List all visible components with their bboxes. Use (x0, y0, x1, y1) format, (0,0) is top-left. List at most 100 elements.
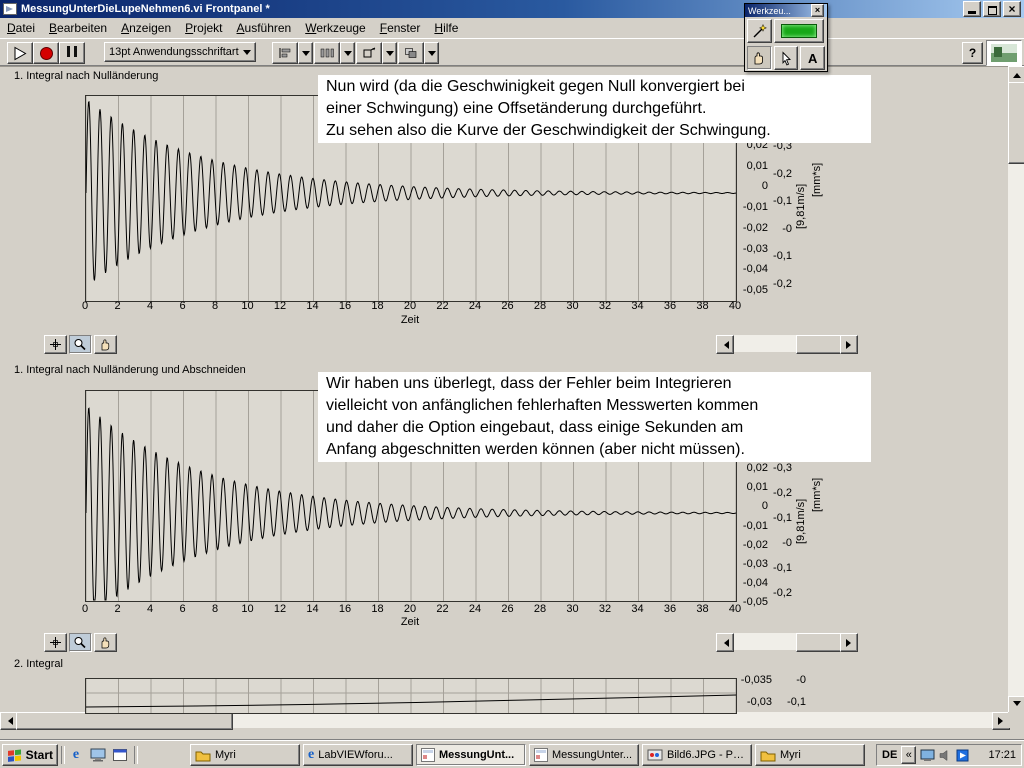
graph-zoom-button[interactable] (69, 633, 92, 652)
menu-item-ausf-hren[interactable]: Ausführen (230, 19, 299, 37)
window-titlebar[interactable]: MessungUnterDieLupeNehmen6.vi Frontpanel… (0, 0, 1024, 18)
reorder-objects-dropdown[interactable] (398, 42, 439, 64)
distribute-objects-arrow[interactable] (340, 42, 355, 64)
menu-item-projekt[interactable]: Projekt (178, 19, 229, 37)
chart-scroll-left-button[interactable] (716, 633, 734, 652)
pause-button[interactable] (59, 42, 85, 64)
tray-messenger-icon[interactable] (956, 749, 969, 762)
resize-objects-icon (356, 42, 382, 64)
chart-scrollbar-1[interactable] (716, 335, 858, 354)
x-tick-label: 2 (114, 603, 121, 615)
chart-scroll-right-button[interactable] (840, 633, 858, 652)
x-axis-label: Zeit (400, 314, 420, 326)
tools-palette-titlebar[interactable]: Werkzeu... × (745, 4, 827, 17)
align-objects-dropdown[interactable] (272, 42, 313, 64)
help-icon: ? (968, 46, 977, 60)
menu-item-datei[interactable]: Datei (0, 19, 42, 37)
abort-button[interactable] (33, 42, 59, 64)
taskbar-task-myri[interactable]: Myri (190, 744, 300, 766)
tools-palette-window[interactable]: Werkzeu... × A (744, 3, 828, 72)
distribute-objects-dropdown[interactable] (314, 42, 355, 64)
chart-scroll-right-button[interactable] (840, 335, 858, 354)
maximize-button[interactable] (983, 1, 1001, 17)
language-indicator[interactable]: DE (882, 749, 897, 761)
quick-launch-browser[interactable]: e (66, 746, 86, 764)
quick-launch-desktop[interactable] (88, 746, 108, 764)
vi-icon-thumbnail[interactable] (986, 40, 1022, 66)
folder-icon (760, 749, 776, 762)
horizontal-scrollbar-thumb[interactable] (16, 712, 233, 730)
horizontal-scrollbar[interactable] (0, 712, 1010, 730)
graph-pan-button[interactable] (94, 335, 117, 354)
auto-tool-select-button[interactable] (747, 19, 772, 43)
edit-text-tool-button[interactable]: A (800, 46, 826, 70)
x-tick-label: 6 (179, 603, 186, 615)
y-tick-label: -0,05 (742, 283, 768, 296)
close-button[interactable]: × (1003, 1, 1021, 17)
x-tick-label: 26 (501, 603, 514, 615)
taskbar-task-messungunt[interactable]: MessungUnt... (416, 744, 526, 766)
run-button[interactable] (7, 42, 33, 64)
graph-zoom-button[interactable] (69, 335, 92, 354)
vertical-scrollbar-thumb[interactable] (1008, 82, 1024, 164)
taskbar-task-messungunter[interactable]: MessungUnter... (529, 744, 639, 766)
arrow-up-icon (1013, 69, 1021, 78)
graph-cursor-button[interactable] (44, 335, 67, 354)
font-selector-value: 13pt Anwendungsschriftart (109, 46, 239, 58)
menu-item-werkzeuge[interactable]: Werkzeuge (298, 19, 372, 37)
reorder-objects-arrow[interactable] (424, 42, 439, 64)
menu-item-hilfe[interactable]: Hilfe (427, 19, 465, 37)
auto-tool-led-button[interactable] (774, 19, 824, 43)
arrow-right-icon (845, 638, 855, 647)
menu-item-bearbeiten[interactable]: Bearbeiten (42, 19, 114, 37)
scrollbar-corner (1008, 712, 1024, 728)
desktop: MessungUnterDieLupeNehmen6.vi Frontpanel… (0, 0, 1024, 768)
vi-icon (421, 748, 435, 762)
menu-item-anzeigen[interactable]: Anzeigen (114, 19, 178, 37)
font-selector[interactable]: 13pt Anwendungsschriftart (104, 42, 256, 62)
tools-palette-close-button[interactable]: × (811, 4, 824, 17)
resize-objects-dropdown[interactable] (356, 42, 397, 64)
minimize-button[interactable] (963, 1, 981, 17)
tray-display-icon[interactable] (920, 749, 935, 762)
tray-expand-button[interactable]: « (901, 746, 917, 764)
quick-launch-app[interactable] (110, 746, 130, 764)
chevron-down-icon (243, 49, 251, 59)
operate-value-tool-button[interactable] (747, 46, 772, 70)
start-button[interactable]: Start (2, 744, 58, 766)
arrow-right-icon (997, 717, 1007, 725)
taskbar-task-myri[interactable]: Myri (755, 744, 865, 766)
menu-item-fenster[interactable]: Fenster (373, 19, 428, 37)
note-line: Nun wird (da die Geschwinigkeit gegen Nu… (326, 78, 745, 95)
chevron-down-icon (301, 50, 310, 60)
vertical-scrollbar[interactable] (1008, 66, 1024, 714)
arrow-left-icon (720, 638, 729, 647)
context-help-button[interactable]: ? (962, 42, 983, 64)
x-tick-label: 32 (598, 603, 612, 615)
chart-scrollbar-thumb[interactable] (796, 335, 842, 354)
vi-icon (421, 748, 435, 762)
vi-thumbnail-graphic (990, 43, 1018, 63)
x-tick-label: 8 (211, 300, 219, 312)
taskbar-task-labviewforu[interactable]: e LabVIEWforu... (303, 744, 413, 766)
y2-tick-label: -0,2 (773, 277, 792, 290)
labview-app-icon (3, 3, 17, 15)
y2-tick-label: -0,1 (773, 250, 792, 262)
note-line: Wir haben uns überlegt, dass der Fehler … (326, 375, 732, 392)
graph-cursor-button[interactable] (44, 633, 67, 652)
task-label: LabVIEWforu... (318, 749, 393, 761)
resize-objects-arrow[interactable] (382, 42, 397, 64)
chart-scrollbar-2[interactable] (716, 633, 858, 652)
chevron-down-icon (427, 50, 436, 60)
y-tick-label: 0,01 (746, 159, 768, 172)
graph-pan-button[interactable] (94, 633, 117, 652)
tray-volume-icon[interactable] (939, 749, 952, 762)
menu-bar: Datei Bearbeiten Anzeigen Projekt Ausführen W… (0, 18, 1024, 39)
align-objects-icon (272, 42, 298, 64)
chart-scroll-left-button[interactable] (716, 335, 734, 354)
taskbar-task-bild6-jpg-paint[interactable]: Bild6.JPG - Paint (642, 744, 752, 766)
x-tick-label: 4 (146, 300, 154, 312)
chart-scrollbar-thumb[interactable] (796, 633, 842, 652)
position-tool-button[interactable] (773, 46, 799, 70)
align-objects-arrow[interactable] (298, 42, 313, 64)
